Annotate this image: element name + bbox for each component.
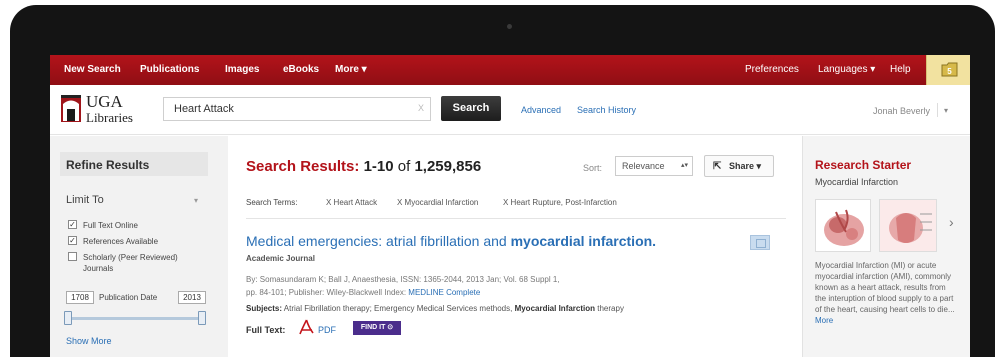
heart-image-icon [824, 209, 864, 246]
share-button[interactable]: ⇱ Share ▾ [704, 155, 774, 177]
academic-journal-icon [750, 235, 770, 250]
search-results-heading: Search Results: 1-10 of 1,259,856 [246, 158, 481, 175]
nav-languages[interactable]: Languages ▾ [818, 64, 875, 75]
user-menu-caret-icon[interactable]: ▾ [944, 106, 948, 115]
share-icon: ⇱ [713, 161, 722, 172]
scholarly-checkbox[interactable] [68, 252, 77, 261]
sort-arrows-icon: ▴▾ [681, 162, 689, 169]
result-byline: By: Somasundaram K; Ball J, Anaesthesia,… [246, 275, 560, 284]
uga-libraries-logo[interactable]: UGA Libraries [60, 92, 150, 128]
nav-more[interactable]: More ▾ [335, 64, 367, 75]
limit-to-caret-icon[interactable]: ▾ [194, 196, 198, 205]
show-more-link[interactable]: Show More [66, 336, 112, 346]
result-subjects: Subjects: Atrial Fibrillation therapy; E… [246, 304, 624, 313]
search-button[interactable]: Search [441, 96, 501, 121]
subjects-text: Atrial Fibrillation therapy; Emergency M… [282, 304, 515, 313]
medline-complete-link[interactable]: MEDLINE Complete [408, 288, 480, 297]
sort-label: Sort: [583, 163, 603, 173]
result-title-highlight: myocardial infarction. [510, 233, 657, 249]
nav-images[interactable]: Images [225, 64, 259, 75]
search-term-chip[interactable]: X Heart Rupture, Post-Infarction [503, 198, 617, 207]
logo-libraries-text: Libraries [86, 110, 133, 125]
search-input[interactable]: Heart Attack [163, 97, 431, 121]
result-byline-2: pp. 84-101; Publisher: Wiley-Blackwell I… [246, 288, 480, 297]
byline-publisher: pp. 84-101; Publisher: Wiley-Blackwell I… [246, 288, 409, 297]
date-slider-end-handle[interactable] [198, 311, 206, 325]
screen: New Search Publications Images eBooks Mo… [50, 55, 970, 357]
full-text-label: Full Text Online [83, 221, 138, 230]
limit-to-heading[interactable]: Limit To [66, 194, 104, 206]
results-label: Search Results: [246, 158, 360, 175]
arch-shield-icon [61, 95, 81, 122]
document-type: Academic Journal [246, 254, 315, 263]
tablet-device: New Search Publications Images eBooks Mo… [0, 0, 999, 357]
search-term-chip[interactable]: X Heart Attack [326, 198, 377, 207]
research-starter-text: Myocardial Infarction (MI) or acute myoc… [815, 261, 955, 314]
nav-preferences[interactable]: Preferences [745, 64, 799, 75]
subjects-tail: therapy [595, 304, 624, 313]
clear-search-icon[interactable]: X [418, 103, 424, 113]
top-nav-bar: New Search Publications Images eBooks Mo… [50, 55, 970, 85]
folder-icon: 5 [941, 62, 958, 77]
research-starter-panel: Research Starter Myocardial Infarction ›… [802, 136, 970, 357]
search-history-link[interactable]: Search History [577, 105, 636, 115]
nav-help[interactable]: Help [890, 64, 911, 75]
results-total: 1,259,856 [414, 158, 482, 175]
search-term-chip[interactable]: X Myocardial Infarction [397, 198, 478, 207]
results-divider [246, 218, 786, 219]
result-title-text: Medical emergencies: atrial fibrillation… [246, 233, 511, 249]
next-image-chevron-icon[interactable]: › [949, 214, 954, 230]
heart-diagram-image[interactable] [879, 199, 937, 252]
heart-diagram-icon [880, 200, 936, 251]
share-label: Share ▾ [729, 161, 762, 171]
folder-count: 5 [947, 67, 952, 76]
publication-date-label: Publication Date [99, 293, 158, 302]
header: UGA Libraries Heart Attack X Search Adva… [50, 85, 970, 135]
scholarly-label: Scholarly (Peer Reviewed) [83, 253, 178, 262]
nav-publications[interactable]: Publications [140, 64, 199, 75]
research-starter-subtitle: Myocardial Infarction [815, 177, 899, 187]
search-terms-label: Search Terms: [246, 198, 298, 207]
date-to-input[interactable]: 2013 [178, 291, 206, 304]
scholarly-label-line2: Journals [83, 264, 114, 273]
research-starter-more-link[interactable]: More [815, 316, 833, 325]
date-slider-start-handle[interactable] [64, 311, 72, 325]
pdf-icon[interactable] [299, 319, 314, 336]
date-from-input[interactable]: 1708 [66, 291, 94, 304]
nav-new-search[interactable]: New Search [64, 64, 121, 75]
advanced-search-link[interactable]: Advanced [521, 105, 561, 115]
user-name[interactable]: Jonah Beverly [873, 106, 930, 116]
references-label: References Available [83, 237, 159, 246]
research-starter-title[interactable]: Research Starter [815, 158, 911, 172]
full-text-checkbox[interactable]: ✓ [68, 220, 77, 229]
heart-illustration-image[interactable] [815, 199, 871, 252]
pdf-link[interactable]: PDF [318, 325, 336, 335]
full-text-label: Full Text: [246, 325, 286, 335]
subjects-highlight: Myocardial Infarction [514, 304, 596, 313]
logo-uga-text: UGA [86, 92, 123, 111]
date-slider-track[interactable] [68, 317, 204, 320]
refine-results-heading: Refine Results [60, 152, 208, 176]
result-title-link[interactable]: Medical emergencies: atrial fibrillation… [246, 233, 656, 249]
folder-button[interactable]: 5 [926, 55, 970, 85]
results-of: of [397, 158, 411, 175]
camera-dot [507, 24, 512, 29]
nav-ebooks[interactable]: eBooks [283, 64, 319, 75]
user-divider [937, 103, 938, 117]
subjects-label: Subjects: [246, 304, 283, 313]
references-checkbox[interactable]: ✓ [68, 236, 77, 245]
results-range: 1-10 [363, 158, 394, 175]
research-starter-summary: Myocardial Infarction (MI) or acute myoc… [815, 260, 955, 326]
find-it-button[interactable]: FIND IT ⊙ [353, 321, 401, 335]
